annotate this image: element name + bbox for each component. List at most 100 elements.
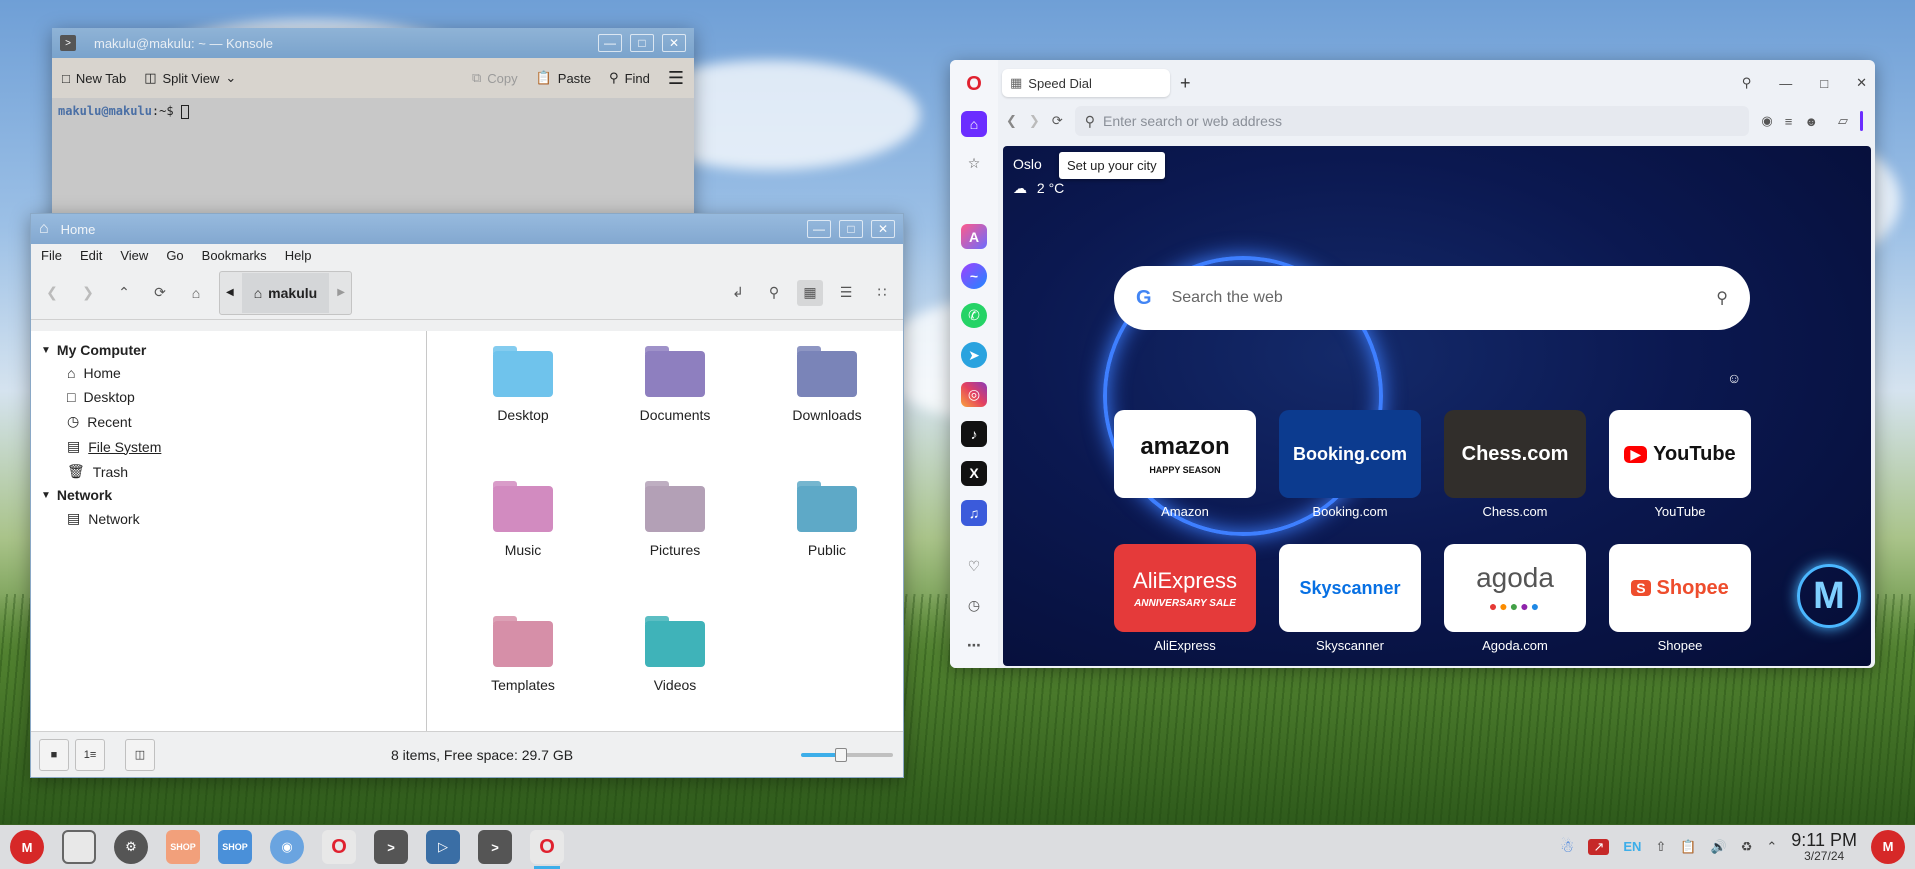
search-tabs-icon[interactable]: ⚲ [1742,75,1752,91]
forward-button[interactable]: ❯ [75,280,101,306]
search-button[interactable]: ⚲ [761,280,787,306]
opera-task-icon[interactable]: O [530,830,564,869]
opera-window[interactable]: O ⌂ ☆ A ~ ✆ ➤ ◎ ♪ X ♫ ♡ ◷ ⋯ ▦ Speed Dial … [950,60,1875,668]
settings-sliders-icon[interactable]: ≡ [1785,114,1793,129]
path-left-arrow-icon[interactable]: ◀ [226,287,234,298]
speed-dial-shopee[interactable]: S Shopee [1609,544,1751,632]
browser-icon[interactable]: ◉ [270,830,304,864]
menu-edit[interactable]: Edit [80,248,102,263]
hamburger-menu-button[interactable]: ☰ [668,68,684,89]
heart-icon[interactable]: ♡ [961,554,987,579]
clipboard-icon[interactable]: 📋 [1680,839,1696,855]
zoom-slider-knob[interactable] [835,747,847,762]
toggle-path-entry-button[interactable]: ↲ [725,280,751,306]
opera-logo-icon[interactable]: O [961,72,987,97]
sidebar-item-recent[interactable]: ◷ Recent [31,409,426,434]
file-manager-titlebar[interactable]: ⌂ Home — □ ✕ [31,214,903,244]
konsole-task-icon[interactable]: > [478,830,512,864]
list-view-button[interactable]: ☰ [833,280,859,306]
weather-widget[interactable]: Oslo ☁ 2 °C [1013,156,1064,197]
compact-view-button[interactable]: ∷ [869,280,895,306]
speed-dial-skyscanner[interactable]: Skyscanner [1279,544,1421,632]
file-manager-window[interactable]: ⌂ Home — □ ✕ File Edit View Go Bookmarks… [30,213,904,778]
sidebar-item-desktop[interactable]: □ Desktop [31,385,426,409]
opera-icon[interactable]: O [322,830,356,864]
zoom-slider[interactable] [801,747,893,762]
close-button[interactable]: ✕ [1856,75,1867,91]
up-button[interactable]: ⌃ [111,280,137,306]
menu-bookmarks[interactable]: Bookmarks [202,248,267,263]
maximize-button[interactable]: □ [630,34,654,52]
x-icon[interactable]: X [961,460,987,487]
more-icon[interactable]: ⋯ [961,632,987,657]
robot-icon[interactable]: ☃ [1560,837,1574,857]
sidebar-item-home[interactable]: ⌂ Home [31,361,426,385]
minimize-button[interactable]: — [1779,76,1792,91]
shop-icon[interactable]: SHOP [166,830,200,864]
menu-view[interactable]: View [120,248,148,263]
volume-icon[interactable]: 🔊 [1711,839,1727,855]
menu-help[interactable]: Help [285,248,312,263]
speed-dial-amazon[interactable]: amazon HAPPY SEASON [1114,410,1256,498]
updates-icon[interactable]: ⇧ [1655,839,1666,855]
folder-desktop[interactable]: Desktop [447,346,599,486]
clock[interactable]: 9:11 PM 3/27/24 [1791,830,1857,864]
copy-button[interactable]: ⧉ Copy [472,70,518,86]
paste-button[interactable]: 📋 Paste [536,70,591,86]
instagram-icon[interactable]: ◎ [961,381,987,408]
speed-dial-booking[interactable]: Booking.com [1279,410,1421,498]
makulu-menu-icon[interactable]: M [1871,829,1905,864]
konsole-titlebar[interactable]: > makulu@makulu: ~ — Konsole — □ ✕ [52,28,694,58]
sidebar-item-trash[interactable]: 🗑 Trash [31,459,426,484]
sidebar-section-network[interactable]: ▼ Network [31,484,426,506]
close-button[interactable]: ✕ [662,34,686,52]
konsole-window[interactable]: > makulu@makulu: ~ — Konsole — □ ✕ □ New … [52,28,694,228]
music-player-icon[interactable]: ♫ [961,500,987,526]
path-segment-makulu[interactable]: ⌂ makulu [241,272,330,313]
speed-dial-chess[interactable]: Chess.com [1444,410,1586,498]
forward-icon[interactable]: ❯ [1029,113,1040,129]
sidebar-item-network[interactable]: ▤ Network [31,506,426,531]
messenger-icon[interactable]: ~ [961,263,987,289]
whatsapp-icon[interactable]: ✆ [961,302,987,329]
camera-icon[interactable]: ◉ [1761,113,1772,129]
reload-icon[interactable]: ⟳ [1052,113,1063,129]
aria-icon[interactable]: A [961,223,987,250]
web-search-box[interactable]: G Search the web ⚲ [1114,266,1750,330]
customize-icon[interactable]: ☺ [1727,370,1741,386]
path-right-arrow-icon[interactable]: ▶ [337,287,345,298]
menu-file[interactable]: File [41,248,62,263]
sidebar-section-my-computer[interactable]: ▼ My Computer [31,339,426,361]
split-view-button[interactable]: ◫ Split View ⌄ [144,70,236,86]
maximize-button[interactable]: □ [1820,76,1828,91]
back-button[interactable]: ❮ [39,280,65,306]
back-icon[interactable]: ❮ [1006,113,1017,129]
minimize-button[interactable]: — [598,34,622,52]
file-manager-icon[interactable]: ▷ [426,830,460,864]
history-icon[interactable]: ◷ [961,593,987,618]
menu-go[interactable]: Go [166,248,183,263]
show-desktop-icon[interactable] [62,830,96,864]
system-monitor-icon[interactable]: ↗ [1588,838,1610,855]
folder-documents[interactable]: Documents [599,346,751,486]
address-input[interactable]: ⚲ Enter search or web address [1074,106,1750,136]
show-places-button[interactable]: ■ [39,738,69,771]
app-launcher-icon[interactable]: M [10,830,44,864]
star-icon[interactable]: ☆ [961,151,987,176]
extensions-cube-icon[interactable]: ▱ [1838,113,1848,129]
speed-dial-agoda[interactable]: agoda ●●●●● [1444,544,1586,632]
chevron-up-icon[interactable]: ⌃ [1766,839,1777,855]
find-button[interactable]: ⚲ Find [609,70,650,86]
tab-speed-dial[interactable]: ▦ Speed Dial [1002,69,1170,97]
settings-icon[interactable]: ⚙ [114,830,148,864]
store-icon[interactable]: SHOP [218,830,252,864]
maximize-button[interactable]: □ [839,220,863,238]
profile-icon[interactable]: ☻ [1804,114,1818,129]
terminal-icon[interactable]: > [374,830,408,864]
folder-public[interactable]: Public [751,481,903,621]
language-indicator[interactable]: EN [1623,839,1641,854]
show-tree-button[interactable]: 1≡ [75,738,105,771]
icon-view-button[interactable]: ▦ [797,279,823,306]
toggle-sidebar-button[interactable]: ◫ [125,738,155,771]
new-tab-button[interactable]: + [1180,73,1191,94]
